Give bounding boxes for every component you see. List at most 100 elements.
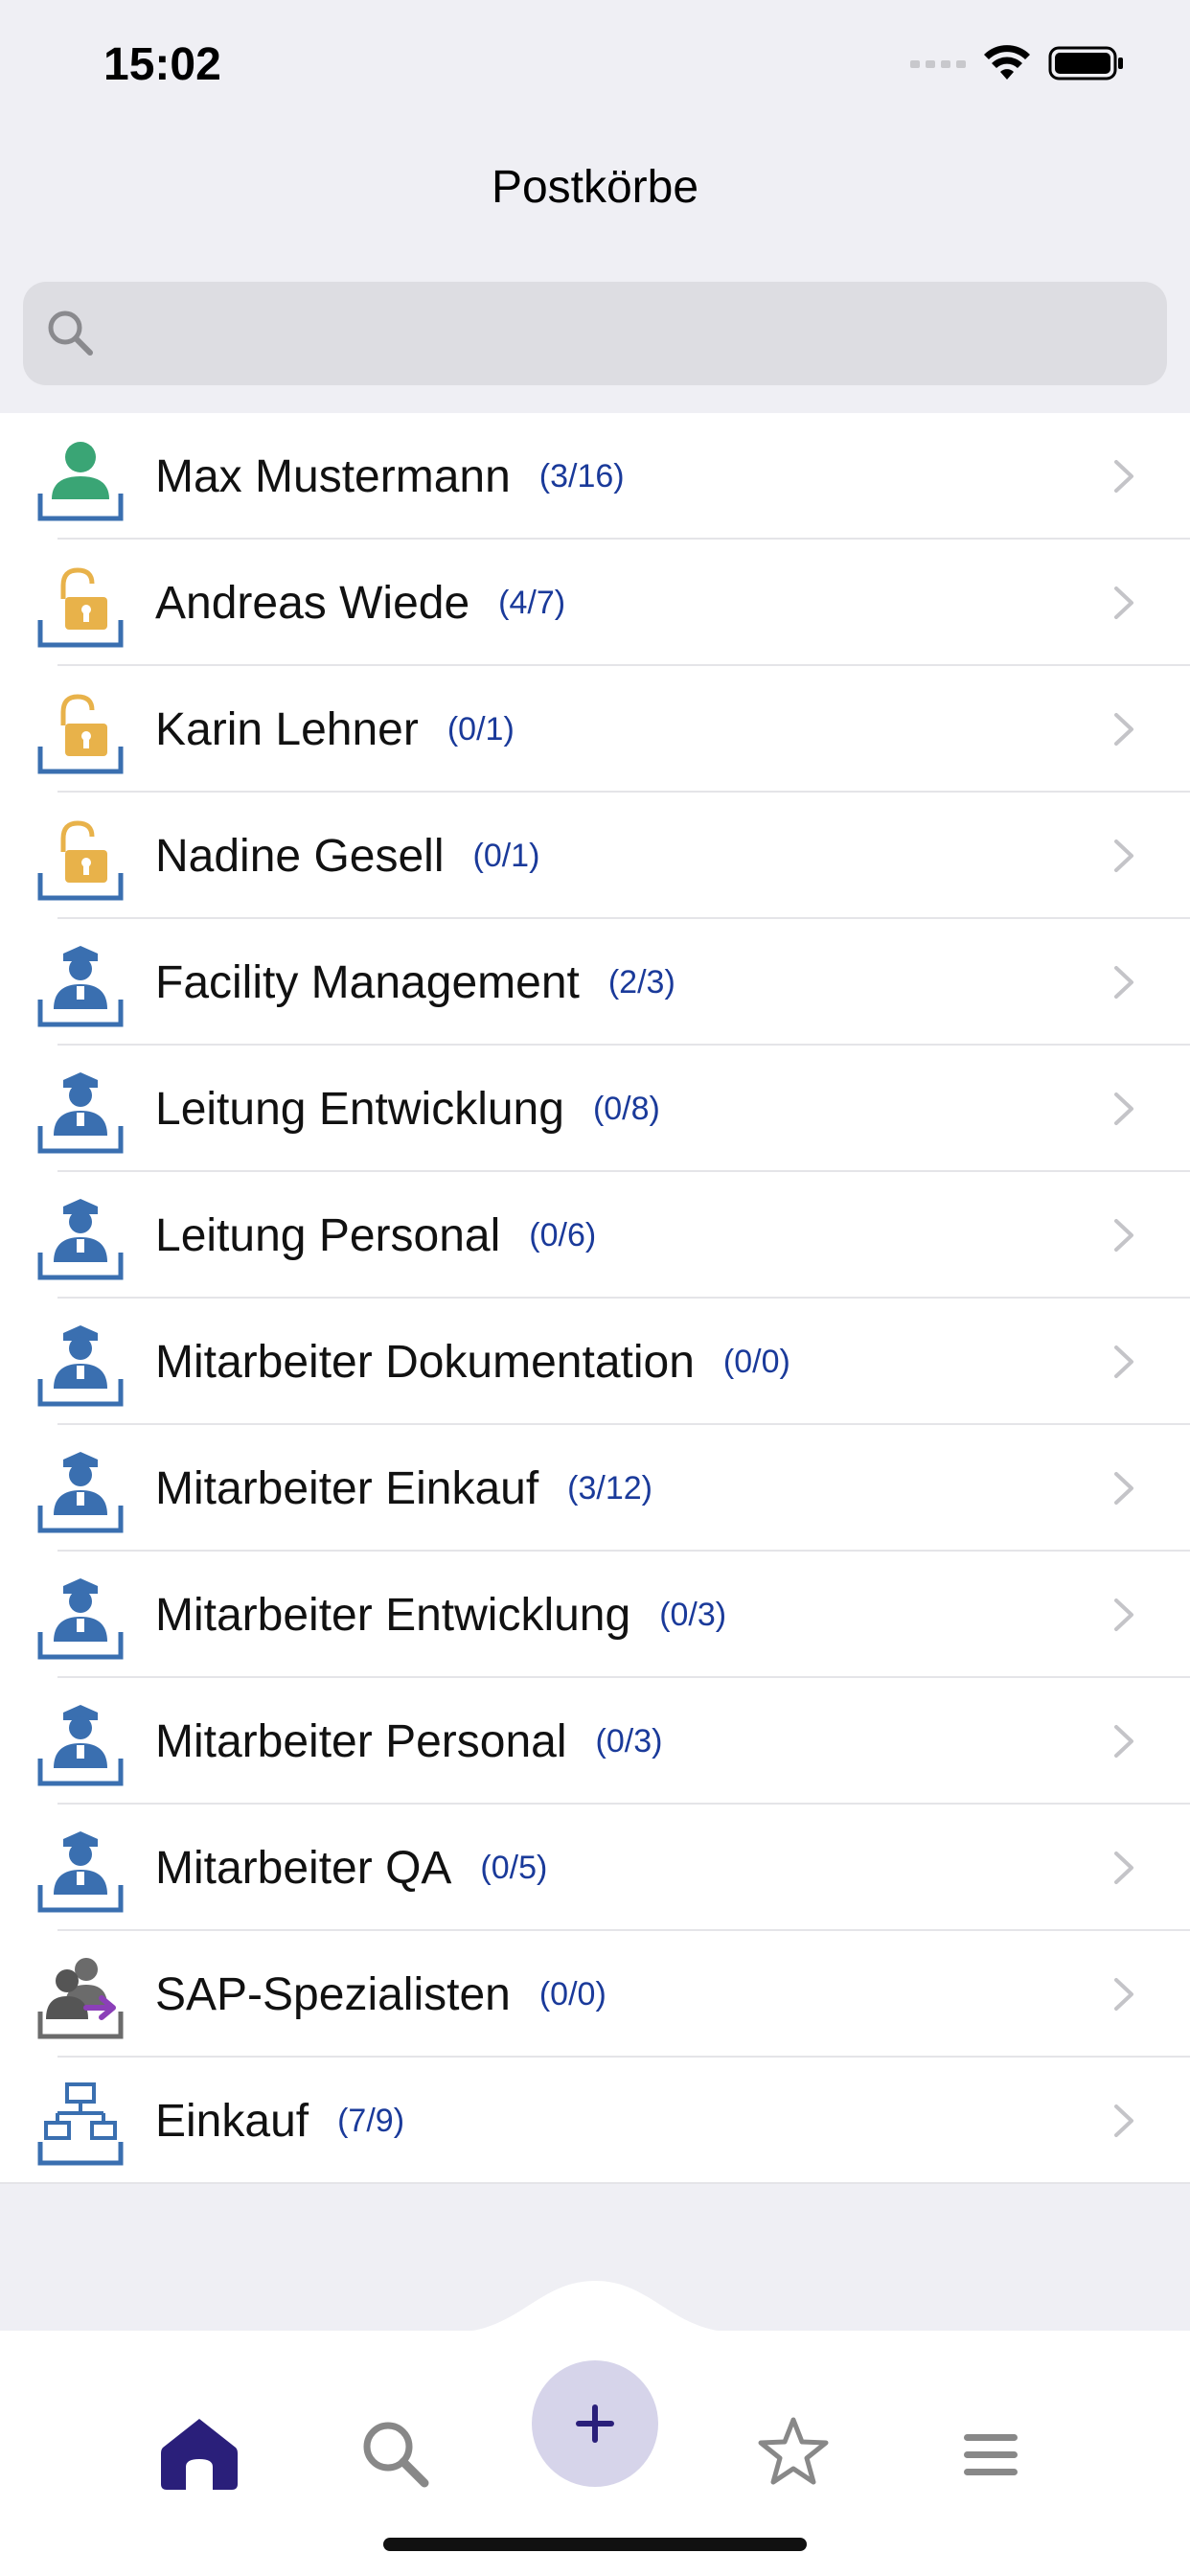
plus-icon bbox=[576, 2404, 614, 2443]
chevron-right-icon bbox=[1114, 1598, 1133, 1631]
mailbox-name: Mitarbeiter Personal bbox=[155, 1715, 567, 1767]
row-separator bbox=[0, 2182, 1190, 2184]
mailbox-name: Andreas Wiede bbox=[155, 577, 470, 629]
tab-search[interactable] bbox=[349, 2407, 441, 2499]
wifi-icon bbox=[984, 45, 1030, 80]
mailbox-row[interactable]: Mitarbeiter Entwicklung (0/3) bbox=[0, 1552, 1190, 1678]
status-icons bbox=[910, 44, 1125, 82]
mailbox-count: (7/9) bbox=[337, 2102, 405, 2139]
home-indicator bbox=[383, 2538, 807, 2551]
mailbox-count: (3/12) bbox=[567, 1469, 652, 1506]
chevron-right-icon bbox=[1114, 460, 1133, 493]
mailbox-row[interactable]: Mitarbeiter Einkauf (3/12) bbox=[0, 1425, 1190, 1552]
page-title: Postkörbe bbox=[491, 162, 699, 213]
role-inbox-icon bbox=[36, 1193, 125, 1281]
role-inbox-icon bbox=[36, 1320, 125, 1408]
add-button[interactable] bbox=[532, 2360, 658, 2487]
mailbox-name: SAP-Spezialisten bbox=[155, 1968, 511, 2020]
tab-favorites[interactable] bbox=[747, 2405, 839, 2497]
mailbox-label: Leitung Entwicklung (0/8) bbox=[155, 1046, 660, 1172]
chevron-right-icon bbox=[1114, 966, 1133, 999]
user-inbox-icon bbox=[36, 434, 125, 522]
mailbox-count: (2/3) bbox=[607, 963, 675, 1000]
group-forward-inbox-icon bbox=[36, 1952, 125, 2040]
mailbox-count: (0/1) bbox=[446, 710, 515, 748]
mailbox-label: Einkauf (7/9) bbox=[155, 2058, 404, 2184]
unlocked-inbox-icon bbox=[36, 687, 125, 775]
mailbox-row[interactable]: Facility Management (2/3) bbox=[0, 919, 1190, 1046]
mailbox-row[interactable]: Max Mustermann (3/16) bbox=[0, 413, 1190, 540]
mailbox-count: (0/5) bbox=[480, 1849, 548, 1886]
mailbox-name: Leitung Personal bbox=[155, 1209, 501, 1261]
chevron-right-icon bbox=[1114, 1472, 1133, 1505]
mailbox-row[interactable]: Mitarbeiter QA (0/5) bbox=[0, 1805, 1190, 1931]
mailbox-name: Leitung Entwicklung bbox=[155, 1083, 564, 1135]
mailbox-row[interactable]: Mitarbeiter Dokumentation (0/0) bbox=[0, 1299, 1190, 1425]
chevron-right-icon bbox=[1114, 840, 1133, 872]
search-input[interactable] bbox=[109, 282, 1148, 387]
mailbox-row[interactable]: Leitung Entwicklung (0/8) bbox=[0, 1046, 1190, 1172]
chevron-right-icon bbox=[1114, 1978, 1133, 2011]
mailbox-count: (0/0) bbox=[538, 1975, 606, 2012]
mailbox-row[interactable]: Andreas Wiede (4/7) bbox=[0, 540, 1190, 666]
menu-icon bbox=[964, 2434, 1018, 2475]
chevron-right-icon bbox=[1114, 586, 1133, 619]
mailbox-name: Mitarbeiter QA bbox=[155, 1842, 452, 1894]
mailbox-count: (0/3) bbox=[659, 1596, 727, 1633]
mailbox-row[interactable]: Nadine Gesell (0/1) bbox=[0, 793, 1190, 919]
mailbox-row[interactable]: SAP-Spezialisten (0/0) bbox=[0, 1931, 1190, 2058]
tab-home[interactable] bbox=[153, 2407, 245, 2499]
mailbox-name: Max Mustermann bbox=[155, 450, 511, 502]
role-inbox-icon bbox=[36, 1699, 125, 1787]
role-inbox-icon bbox=[36, 940, 125, 1028]
mailbox-label: Andreas Wiede (4/7) bbox=[155, 540, 565, 666]
mailbox-row[interactable]: Leitung Personal (0/6) bbox=[0, 1172, 1190, 1299]
mailbox-name: Facility Management bbox=[155, 956, 580, 1008]
home-icon bbox=[161, 2419, 238, 2490]
mailbox-count: (0/6) bbox=[529, 1216, 597, 1254]
mailbox-label: Karin Lehner (0/1) bbox=[155, 666, 515, 793]
mailbox-name: Einkauf bbox=[155, 2095, 309, 2147]
mailbox-list: Max Mustermann (3/16) Andreas Wiede (4/7) Ka… bbox=[0, 413, 1190, 2184]
chevron-right-icon bbox=[1114, 713, 1133, 746]
mailbox-count: (3/16) bbox=[538, 457, 625, 494]
status-bar: 15:02 bbox=[0, 0, 1190, 134]
mailbox-label: Mitarbeiter Entwicklung (0/3) bbox=[155, 1552, 726, 1678]
role-inbox-icon bbox=[36, 1067, 125, 1155]
mailbox-name: Mitarbeiter Entwicklung bbox=[155, 1589, 631, 1641]
mailbox-count: (0/1) bbox=[472, 837, 540, 874]
unlocked-inbox-icon bbox=[36, 561, 125, 649]
search-bar[interactable] bbox=[23, 282, 1167, 387]
mailbox-row[interactable]: Karin Lehner (0/1) bbox=[0, 666, 1190, 793]
status-time: 15:02 bbox=[103, 39, 221, 90]
mailbox-label: Mitarbeiter Dokumentation (0/0) bbox=[155, 1299, 790, 1425]
mailbox-count: (4/7) bbox=[498, 584, 566, 621]
chevron-right-icon bbox=[1114, 1346, 1133, 1378]
mailbox-count: (0/8) bbox=[592, 1090, 660, 1127]
mailbox-label: Mitarbeiter Personal (0/3) bbox=[155, 1678, 662, 1805]
role-inbox-icon bbox=[36, 1446, 125, 1534]
star-icon bbox=[758, 2417, 829, 2485]
mailbox-label: Leitung Personal (0/6) bbox=[155, 1172, 596, 1299]
mailbox-name: Mitarbeiter Dokumentation bbox=[155, 1336, 695, 1388]
mailbox-label: Mitarbeiter QA (0/5) bbox=[155, 1805, 547, 1931]
mailbox-count: (0/3) bbox=[595, 1722, 663, 1760]
search-icon bbox=[48, 310, 93, 356]
role-inbox-icon bbox=[36, 1826, 125, 1914]
chevron-right-icon bbox=[1114, 1092, 1133, 1125]
chevron-right-icon bbox=[1114, 2104, 1133, 2137]
mailbox-label: Mitarbeiter Einkauf (3/12) bbox=[155, 1425, 652, 1552]
mailbox-label: SAP-Spezialisten (0/0) bbox=[155, 1931, 606, 2058]
mailbox-label: Max Mustermann (3/16) bbox=[155, 413, 625, 540]
chevron-right-icon bbox=[1114, 1219, 1133, 1252]
mailbox-name: Mitarbeiter Einkauf bbox=[155, 1462, 539, 1514]
mailbox-name: Nadine Gesell bbox=[155, 830, 445, 882]
signal-icon bbox=[910, 60, 966, 68]
org-inbox-icon bbox=[36, 2079, 125, 2167]
mailbox-row[interactable]: Einkauf (7/9) bbox=[0, 2058, 1190, 2184]
chevron-right-icon bbox=[1114, 1852, 1133, 1884]
tab-menu[interactable] bbox=[945, 2409, 1037, 2501]
mailbox-label: Facility Management (2/3) bbox=[155, 919, 675, 1046]
mailbox-row[interactable]: Mitarbeiter Personal (0/3) bbox=[0, 1678, 1190, 1805]
search-icon bbox=[363, 2422, 429, 2488]
